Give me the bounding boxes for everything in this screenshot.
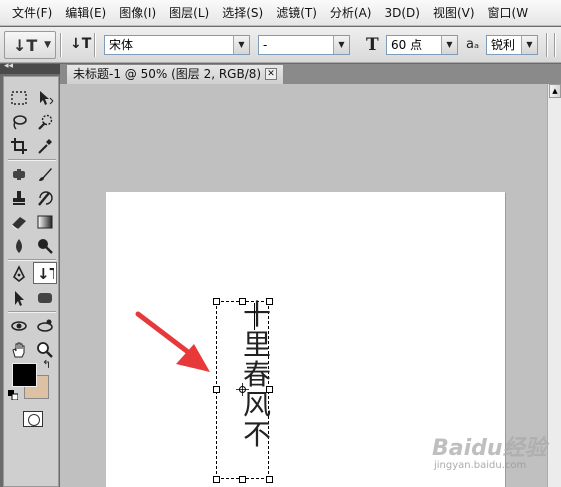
separator [60,33,62,57]
clone-stamp-tool-icon[interactable] [7,187,31,209]
transform-handle[interactable] [213,476,220,483]
eyedropper-tool-icon[interactable] [33,135,57,157]
font-style-select[interactable]: - ▼ [258,35,350,55]
font-family-select[interactable]: 宋体 ▼ [104,35,250,55]
foreground-color-swatch[interactable] [12,363,37,387]
document-tab[interactable]: 未标题-1 @ 50% (图层 2, RGB/8) * ✕ [66,64,284,84]
3d-orbit-tool-icon[interactable] [33,315,57,337]
transform-handle[interactable] [213,386,220,393]
menu-3d[interactable]: 3D(D) [384,6,419,20]
gradient-tool-icon[interactable] [33,211,57,233]
chevron-down-icon: ▼ [441,36,457,54]
hand-tool-icon[interactable] [7,339,31,361]
vertical-type-tool-icon[interactable]: ↓T [33,262,57,284]
svg-text:↓T: ↓T [37,265,54,282]
antialias-value: 锐利 [491,38,516,52]
workspace [60,84,547,487]
toolbox: ↓T ↰ [3,76,59,487]
text-char: 里 [242,328,271,361]
separator [94,33,96,57]
options-bar: ↓T ▼ ↓T 宋体 ▼ - ▼ T 60 点 ▼ aₐ 锐利 ▼ [0,27,561,63]
menu-edit[interactable]: 编辑(E) [65,4,106,21]
dodge-tool-icon[interactable] [33,235,57,257]
antialias-select[interactable]: 锐利 ▼ [486,35,538,55]
move-tool-icon[interactable] [33,87,57,109]
default-colors-icon[interactable] [8,390,18,400]
menu-filter[interactable]: 滤镜(T) [276,4,317,21]
toggle-text-orientation-button[interactable]: ↓T [70,36,91,52]
chevron-down-icon: ▼ [521,36,537,54]
separator [8,159,56,161]
menu-bar: 文件(F) 编辑(E) 图像(I) 图层(L) 选择(S) 滤镜(T) 分析(A… [0,0,561,26]
menu-layer[interactable]: 图层(L) [169,4,209,21]
path-selection-tool-icon[interactable] [7,287,31,309]
tool-preset-picker[interactable]: ↓T ▼ [4,31,56,59]
separator [8,311,56,313]
toolbox-header[interactable]: ◂◂ [0,61,60,74]
transform-handle[interactable] [213,298,220,305]
font-style-value: - [263,38,268,52]
quick-mask-button[interactable] [23,411,43,427]
rectangle-tool-icon[interactable] [33,287,57,309]
vertical-type-icon: ↓T [13,36,38,55]
chevron-down-icon: ▼ [333,36,349,54]
menu-image[interactable]: 图像(I) [119,4,156,21]
transform-handle[interactable] [239,476,246,483]
font-size-select[interactable]: 60 点 ▼ [386,35,458,55]
chevron-down-icon: ▼ [233,36,249,54]
swap-colors-icon[interactable]: ↰ [42,358,51,371]
3d-rotate-tool-icon[interactable] [7,315,31,337]
annotation-arrow [135,311,210,372]
watermark-url: jingyan.baidu.com [434,460,527,471]
lasso-tool-icon[interactable] [7,111,31,133]
text-char: 十 [242,298,271,331]
brush-tool-icon[interactable] [33,163,57,185]
pen-tool-icon[interactable] [7,263,31,285]
history-brush-tool-icon[interactable] [33,187,57,209]
quick-selection-tool-icon[interactable] [33,111,57,133]
menu-window[interactable]: 窗口(W [488,4,529,21]
text-char: 不 [242,418,271,451]
menu-view[interactable]: 视图(V) [433,4,475,21]
chevron-down-icon: ▼ [44,40,51,50]
font-size-icon: T [366,35,379,55]
marquee-tool-icon[interactable] [7,87,31,109]
healing-brush-tool-icon[interactable] [7,163,31,185]
menu-select[interactable]: 选择(S) [222,4,263,21]
separator [546,33,548,57]
scroll-up-icon[interactable]: ▲ [549,84,561,98]
font-size-value: 60 点 [391,38,423,52]
document-tab-strip: 未标题-1 @ 50% (图层 2, RGB/8) * ✕ [60,64,561,84]
separator [8,259,56,261]
collapse-icon[interactable]: ◂◂ [4,61,13,71]
watermark: Baidu经验 jingyan.baidu.com [432,430,558,486]
vertical-scrollbar[interactable]: ▲ [547,84,561,487]
blur-tool-icon[interactable] [7,235,31,257]
eraser-tool-icon[interactable] [7,211,31,233]
reference-point-icon[interactable] [236,383,249,396]
antialias-icon: aₐ [466,37,480,52]
vertical-text-layer[interactable]: 十 里 春 风 不 [241,300,273,450]
close-icon[interactable]: ✕ [265,68,277,80]
crop-tool-icon[interactable] [7,135,31,157]
menu-file[interactable]: 文件(F) [12,4,52,21]
menu-analysis[interactable]: 分析(A) [330,4,372,21]
document-tab-title: 未标题-1 @ 50% (图层 2, RGB/8) * [73,67,271,81]
transform-handle[interactable] [266,476,273,483]
watermark-brand: Baidu经验 [432,436,547,461]
text-caret [254,303,255,330]
separator [554,33,556,57]
font-family-value: 宋体 [109,38,134,52]
